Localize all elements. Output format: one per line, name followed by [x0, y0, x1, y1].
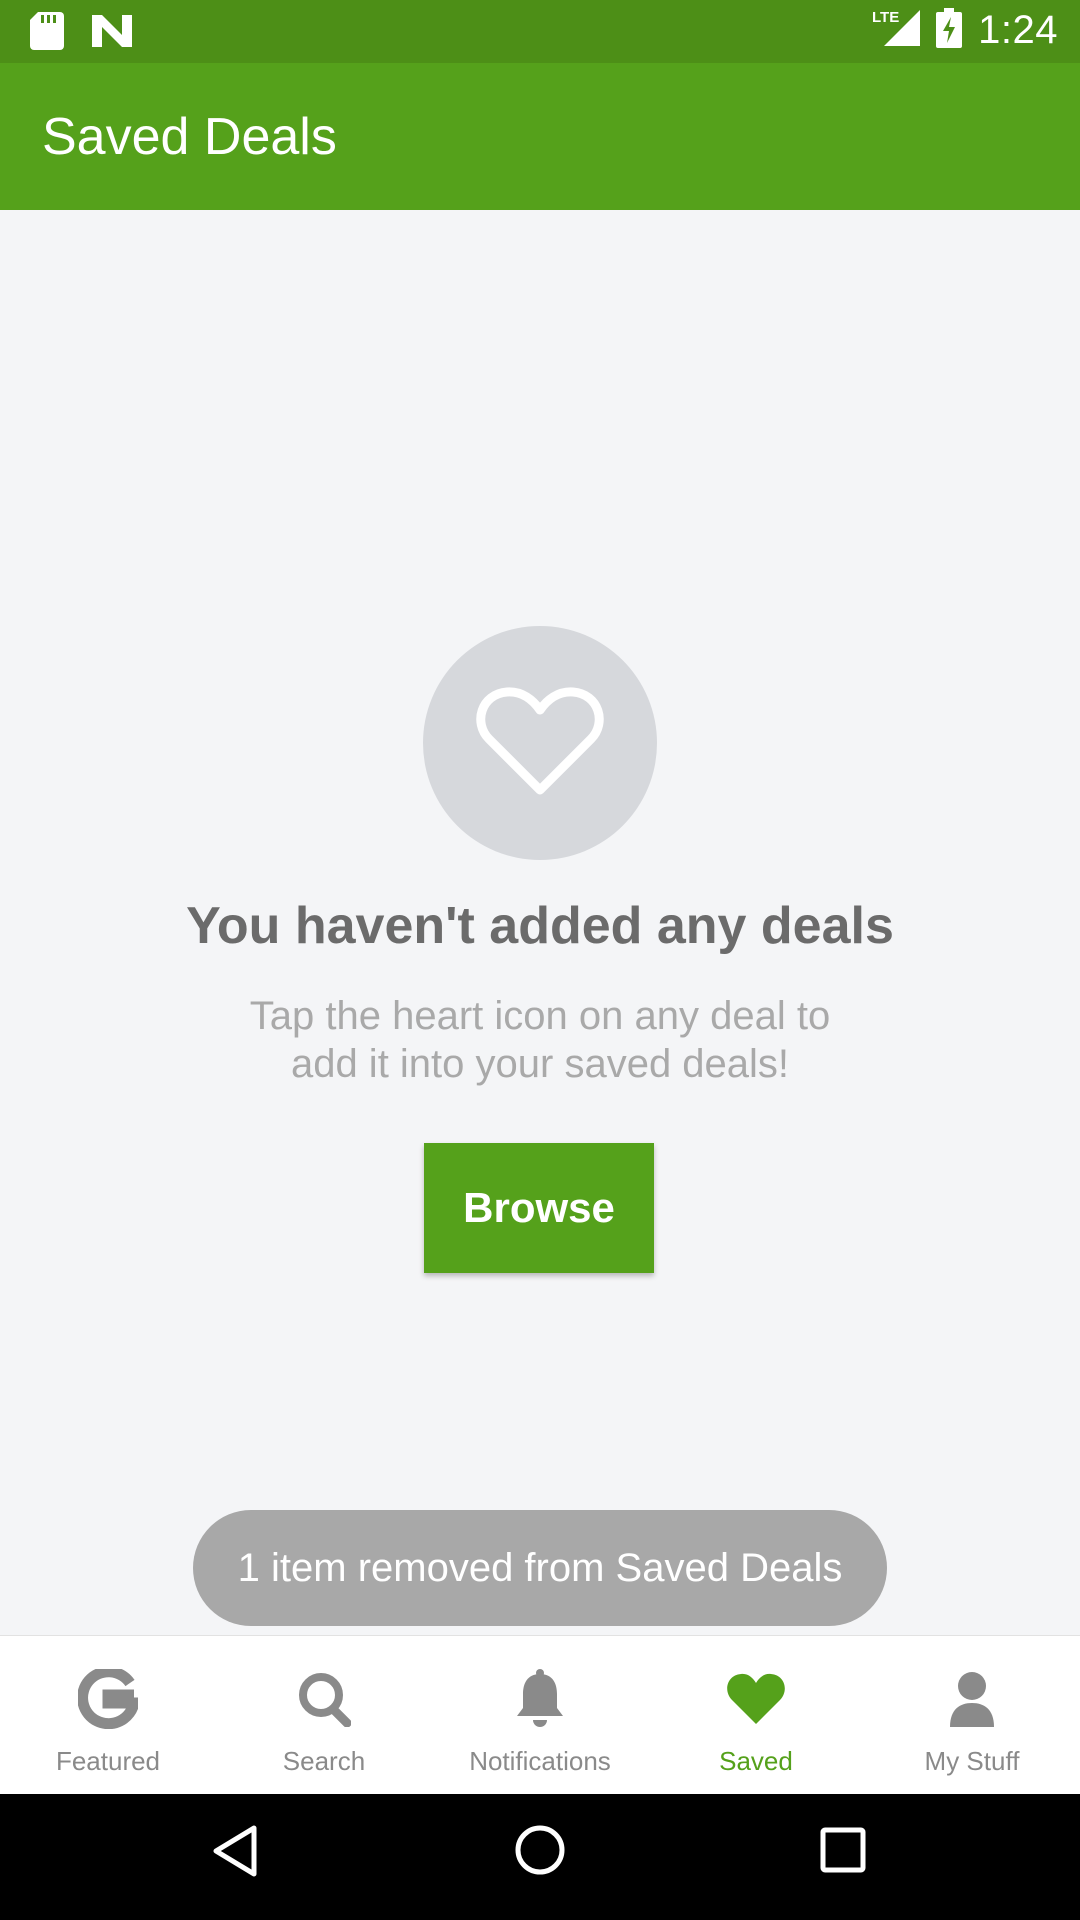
nav-item-notifications[interactable]: Notifications	[432, 1636, 648, 1795]
nav-label: My Stuff	[924, 1746, 1020, 1776]
bell-icon	[515, 1668, 565, 1730]
heart-outline-icon	[475, 684, 605, 803]
user-icon	[948, 1668, 996, 1730]
toast: 1 item removed from Saved Deals	[193, 1510, 887, 1626]
nav-label: Featured	[55, 1746, 161, 1776]
page-title: Saved Deals	[42, 108, 337, 166]
nav-label: Saved	[719, 1746, 793, 1776]
g-logo-icon	[78, 1668, 138, 1730]
browse-button[interactable]: Browse	[424, 1143, 654, 1273]
nav-item-search[interactable]: Search	[216, 1636, 432, 1795]
nav-item-saved[interactable]: Saved	[648, 1636, 864, 1795]
heart-circle	[423, 626, 657, 860]
empty-title: You haven't added any deals	[186, 897, 894, 955]
network-label: LTE	[872, 9, 899, 26]
nav-item-featured[interactable]: Featured	[0, 1636, 216, 1795]
app-bar: Saved Deals	[0, 63, 1080, 210]
nav-item-my-stuff[interactable]: My Stuff	[864, 1636, 1080, 1795]
nav-label: Search	[282, 1746, 366, 1776]
status-bar: LTE 1:24	[0, 0, 1080, 63]
empty-state: You haven't added any deals Tap the hear…	[0, 626, 1080, 1088]
empty-description-line: Tap the heart icon on any deal to	[249, 994, 831, 1038]
search-icon	[297, 1668, 351, 1730]
heart-icon	[726, 1668, 786, 1730]
bottom-nav: Featured Search Notifications Saved My S…	[0, 1635, 1080, 1795]
recents-icon[interactable]	[820, 1827, 866, 1878]
empty-description-line: add it into your saved deals!	[290, 1042, 790, 1086]
sd-card-icon	[30, 12, 64, 55]
nav-label: Notifications	[469, 1746, 611, 1776]
status-time: 1:24	[978, 8, 1058, 52]
back-icon[interactable]	[212, 1824, 258, 1883]
n-logo-icon	[92, 15, 132, 52]
empty-description: Tap the heart icon on any deal to add it…	[220, 992, 860, 1088]
toast-message: 1 item removed from Saved Deals	[237, 1545, 843, 1590]
battery-charging-icon	[936, 8, 963, 53]
system-nav-bar	[0, 1794, 1080, 1920]
home-icon[interactable]	[514, 1824, 566, 1881]
signal-icon: LTE	[872, 8, 921, 53]
